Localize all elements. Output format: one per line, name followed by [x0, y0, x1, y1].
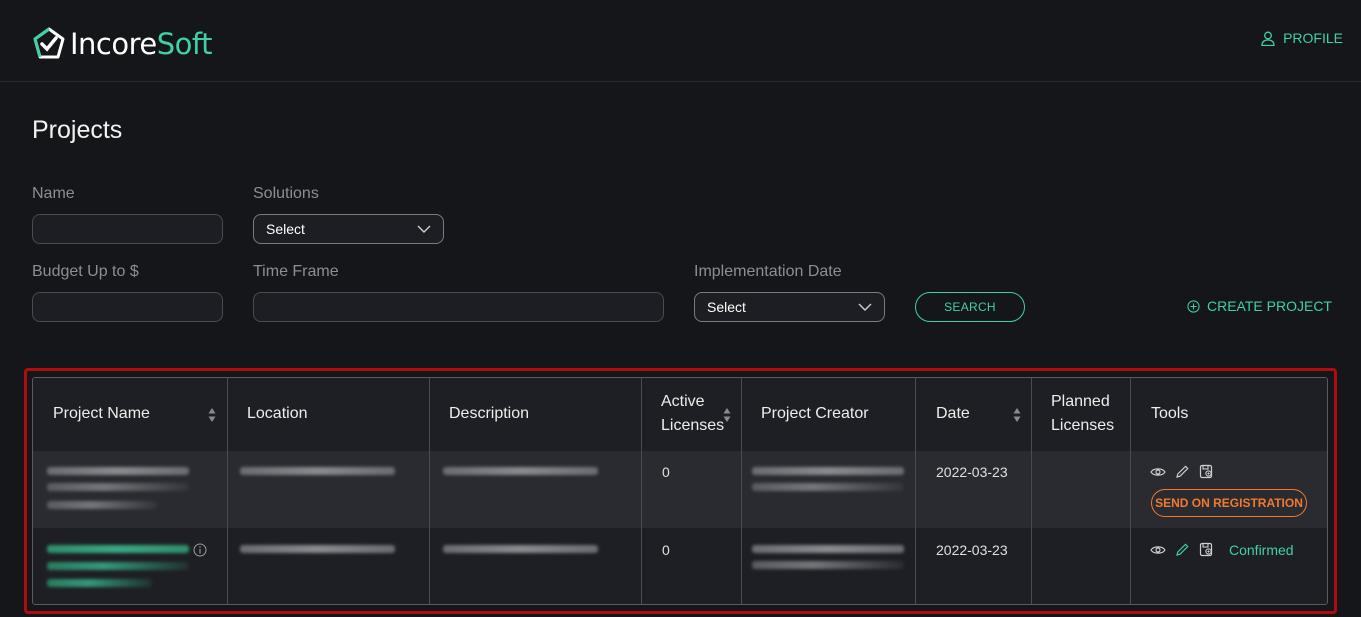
logo[interactable]: IncoreSoft [32, 27, 212, 61]
budget-input[interactable] [32, 292, 223, 322]
redacted-project-creator [752, 483, 904, 491]
profile-label: PROFILE [1283, 30, 1343, 46]
redacted-project-name [47, 483, 189, 491]
date-value: 2022-03-23 [936, 542, 1008, 558]
redacted-project-creator [752, 467, 904, 475]
name-label: Name [32, 185, 75, 202]
redacted-project-name [47, 467, 189, 475]
solutions-select[interactable]: Select [253, 214, 444, 244]
create-project-button[interactable]: CREATE PROJECT [1187, 298, 1332, 314]
column-header-tools: Tools [1151, 405, 1189, 422]
pencil-icon[interactable] [1175, 542, 1190, 557]
redacted-project-name-link[interactable] [47, 562, 189, 570]
redacted-location [240, 545, 395, 553]
info-icon[interactable] [193, 543, 207, 557]
timeframe-input[interactable] [253, 292, 664, 322]
row-tools [1150, 464, 1223, 479]
redacted-project-name-link[interactable] [47, 579, 152, 587]
redacted-project-name-link[interactable] [47, 545, 189, 553]
status-badge: Confirmed [1229, 542, 1294, 558]
eye-icon[interactable] [1150, 466, 1166, 478]
column-header-project-name[interactable]: Project Name [53, 402, 150, 426]
logo-text: IncoreSoft [70, 27, 212, 61]
redacted-description [443, 467, 598, 475]
column-header-active-licenses[interactable]: Active Licenses [661, 390, 724, 438]
send-on-registration-button[interactable]: SEND ON REGISTRATION [1151, 489, 1307, 517]
table-row-1: 0 2022-03-23 SEND ON REGISTRATION [33, 451, 1327, 528]
redacted-project-name [47, 501, 157, 509]
budget-label: Budget Up to $ [32, 263, 139, 280]
sort-icon[interactable] [1013, 407, 1021, 423]
column-header-location: Location [247, 405, 308, 422]
column-header-project-creator: Project Creator [761, 405, 869, 422]
license-icon[interactable] [1199, 542, 1214, 557]
pencil-icon[interactable] [1175, 464, 1190, 479]
implementation-date-select[interactable]: Select [694, 292, 885, 322]
chevron-down-icon [417, 225, 431, 233]
logo-icon [33, 27, 65, 59]
redacted-description [443, 545, 598, 553]
column-header-date[interactable]: Date [936, 402, 970, 426]
page-title: Projects [32, 116, 123, 144]
date-value: 2022-03-23 [936, 464, 1008, 480]
name-input[interactable] [32, 214, 223, 244]
license-icon[interactable] [1199, 464, 1214, 479]
implementation-date-label: Implementation Date [694, 263, 842, 280]
implementation-date-select-value: Select [707, 299, 746, 315]
redacted-project-creator [752, 561, 904, 569]
redacted-project-creator [752, 545, 904, 553]
redacted-location [240, 467, 395, 475]
plus-circle-icon [1187, 299, 1200, 313]
solutions-select-value: Select [266, 221, 305, 237]
search-button[interactable]: SEARCH [915, 292, 1025, 322]
sort-icon[interactable] [208, 407, 216, 423]
chevron-down-icon [858, 303, 872, 311]
active-licenses-value: 0 [662, 542, 670, 558]
user-icon [1261, 31, 1275, 46]
solutions-label: Solutions [253, 185, 319, 202]
profile-link[interactable]: PROFILE [1261, 30, 1343, 46]
sort-icon[interactable] [723, 407, 731, 423]
table-row-2: 0 2022-03-23 Confirmed [33, 528, 1327, 604]
column-header-planned-licenses: Planned Licenses [1051, 393, 1115, 434]
active-licenses-value: 0 [662, 464, 670, 480]
create-project-label: CREATE PROJECT [1207, 298, 1332, 314]
timeframe-label: Time Frame [253, 263, 339, 280]
projects-table: Project Name Location Description Active… [32, 377, 1328, 605]
eye-icon[interactable] [1150, 544, 1166, 556]
column-header-description: Description [449, 405, 530, 422]
top-bar: IncoreSoft PROFILE [0, 0, 1361, 82]
row-tools [1150, 542, 1223, 557]
